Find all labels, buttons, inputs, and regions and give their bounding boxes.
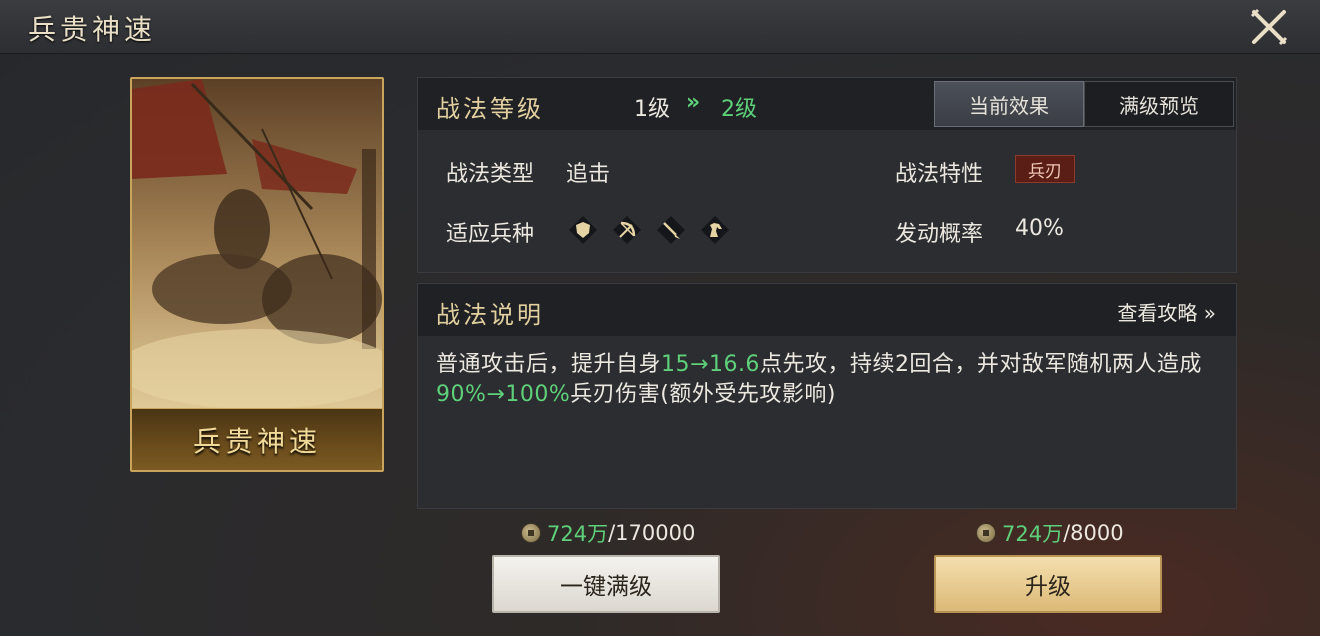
troop-label: 适应兵种 <box>446 222 535 247</box>
card-name: 兵贵神速 <box>132 408 382 470</box>
upgrade-button[interactable]: 升级 <box>934 555 1162 613</box>
level-arrow-icon: » <box>686 90 701 115</box>
close-icon <box>1250 8 1288 46</box>
skill-description: 普通攻击后，提升自身15→16.6点先攻，持续2回合，并对敌军随机两人造成 90%… <box>436 350 1226 410</box>
chance-label: 发动概率 <box>895 222 984 247</box>
trait-badge: 兵刃 <box>1015 155 1075 183</box>
upgrade-cost: 724万/8000 <box>976 518 1124 548</box>
coin-icon <box>976 523 996 543</box>
chance-value: 40% <box>1015 216 1064 241</box>
max-cost-need: /170000 <box>608 521 696 545</box>
horse-icon <box>700 215 730 245</box>
close-button[interactable] <box>1248 6 1290 48</box>
skill-card: 兵贵神速 <box>130 77 384 472</box>
max-cost-have: 724万 <box>547 522 609 546</box>
level-to: 2级 <box>721 97 757 122</box>
max-cost: 724万/170000 <box>521 518 695 548</box>
level-title: 战法等级 <box>436 95 544 123</box>
upgrade-cost-need: /8000 <box>1063 521 1124 545</box>
desc-highlight-2: 90%→100% <box>436 382 571 407</box>
battle-illustration <box>132 79 382 409</box>
desc-highlight-1: 15→16.6 <box>661 352 760 377</box>
desc-text-3: 兵刃伤害(额外受先攻影响) <box>570 382 836 407</box>
level-from: 1级 <box>634 97 670 122</box>
title-bar: 兵贵神速 <box>0 0 1320 54</box>
tab-current-effect[interactable]: 当前效果 <box>934 81 1084 127</box>
description-title: 战法说明 <box>436 301 544 329</box>
view-guide-link[interactable]: 查看攻略 » <box>1117 297 1216 326</box>
level-panel-header: 战法等级 1级 » 2级 当前效果 满级预览 <box>418 78 1236 130</box>
trait-label: 战法特性 <box>895 162 984 187</box>
description-header: 战法说明 查看攻略 » <box>418 284 1236 336</box>
desc-text-1: 普通攻击后，提升自身 <box>436 352 662 377</box>
shield-icon <box>568 215 598 245</box>
page-title: 兵贵神速 <box>28 13 157 46</box>
type-value: 追击 <box>566 162 611 187</box>
level-panel: 战法等级 1级 » 2级 当前效果 满级预览 战法类型 追击 战法特性 兵刃 适… <box>417 77 1237 273</box>
coin-icon <box>521 523 541 543</box>
tab-max-preview[interactable]: 满级预览 <box>1084 81 1234 127</box>
description-panel: 战法说明 查看攻略 » 普通攻击后，提升自身15→16.6点先攻，持续2回合，并… <box>417 283 1237 509</box>
max-level-button[interactable]: 一键满级 <box>492 555 720 613</box>
type-label: 战法类型 <box>446 162 535 187</box>
bow-icon <box>612 215 642 245</box>
desc-text-2: 点先攻，持续2回合，并对敌军随机两人造成 <box>759 352 1202 377</box>
spear-icon <box>656 215 686 245</box>
upgrade-cost-have: 724万 <box>1002 522 1064 546</box>
